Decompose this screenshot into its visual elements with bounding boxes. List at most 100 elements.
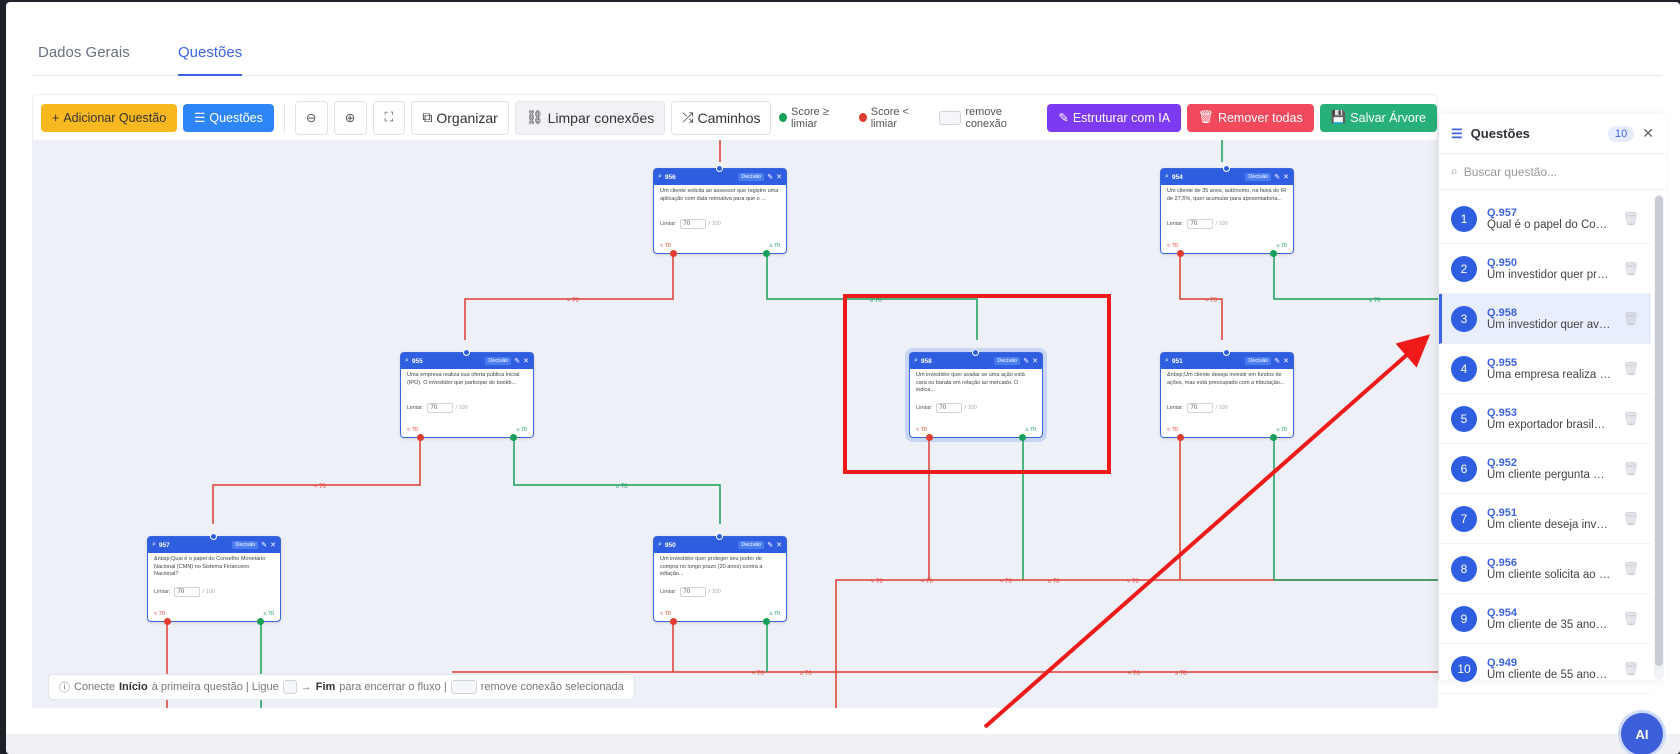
high-output-port[interactable] [1270, 434, 1277, 441]
input-port[interactable] [716, 165, 723, 172]
trash-icon[interactable]: 🗑 [1622, 461, 1639, 477]
fit-view-button[interactable]: ⛶ [372, 100, 406, 135]
list-item[interactable]: 7 Q.951 Um cliente deseja inves... 🗑 [1439, 494, 1651, 544]
search-field[interactable]: ⌕ Buscar questão... [1439, 154, 1666, 190]
threshold-input[interactable]: 70 [1186, 219, 1213, 229]
structure-ai-button[interactable]: ✎ Estruturar com IA [1047, 103, 1182, 132]
questions-button[interactable]: ☰ Questões [183, 103, 274, 132]
trash-icon[interactable]: 🗑 [1622, 661, 1639, 677]
remove-all-label: Remover todas [1217, 110, 1303, 125]
high-output-port[interactable] [1270, 250, 1277, 257]
close-icon[interactable]: ✕ [776, 173, 782, 181]
input-port[interactable] [1223, 349, 1230, 356]
input-port[interactable] [210, 533, 217, 540]
edit-icon[interactable]: ✎ [1274, 173, 1280, 181]
high-output-port[interactable] [257, 618, 264, 625]
save-tree-button[interactable]: 💾 Salvar Árvore [1319, 103, 1437, 132]
tab-dados-gerais[interactable]: Dados Gerais [38, 44, 130, 76]
low-output-port[interactable] [417, 434, 424, 441]
list-item[interactable]: 3 Q.958 Um investidor quer aval... 🗑 [1439, 294, 1651, 344]
close-icon[interactable]: ✕ [270, 541, 276, 549]
close-icon[interactable]: ✕ [1283, 173, 1289, 181]
close-icon[interactable]: ✕ [776, 541, 782, 549]
input-port[interactable] [1223, 165, 1230, 172]
tab-questoes[interactable]: Questões [178, 44, 243, 76]
search-icon: ⌕ [1165, 173, 1169, 180]
paths-button[interactable]: ⤮ Caminhos [671, 100, 772, 135]
zoom-in-icon: ⊕ [344, 111, 356, 125]
trash-icon[interactable]: 🗑 [1622, 361, 1639, 377]
input-port[interactable] [716, 533, 723, 540]
low-output-port[interactable] [164, 618, 171, 625]
trash-icon[interactable]: 🗑 [1622, 611, 1639, 627]
edit-icon[interactable]: ✎ [514, 357, 520, 365]
list-item[interactable]: 10 Q.949 Um cliente de 55 anos, ... 🗑 [1439, 644, 1651, 694]
list-item[interactable]: 2 Q.950 Um investidor quer prot... 🗑 [1439, 244, 1651, 294]
high-output-port[interactable] [763, 618, 770, 625]
organize-button[interactable]: ⧉ Organizar [411, 100, 509, 135]
trash-icon[interactable]: 🗑 [1622, 561, 1639, 577]
threshold-input[interactable]: 70 [679, 219, 706, 229]
trash-icon[interactable]: 🗑 [1622, 211, 1639, 227]
node-outputs: < 70 ≥ 70 [660, 243, 780, 249]
zoom-in-button[interactable]: ⊕ [333, 100, 367, 135]
question-node[interactable]: ⌕ 956 Decisão ✎ ✕ Um cliente solicita ao… [653, 165, 787, 257]
question-node[interactable]: ⌕ 957 Decisão ✎ ✕ &nbsp;Qual é o papel d… [147, 533, 281, 625]
low-output-port[interactable] [670, 618, 677, 625]
threshold-input[interactable]: 70 [679, 587, 706, 597]
trash-icon[interactable]: 🗑 [1622, 411, 1639, 427]
zoom-out-button[interactable]: ⊖ [294, 100, 328, 135]
flow-canvas[interactable]: < 70 ≥ 70 < 70 ≥ 70 < 70 ≥ 70 < 70 < 70 … [32, 140, 1438, 708]
list-item[interactable]: 1 Q.957 Qual é o papel do Cons... 🗑 [1439, 194, 1651, 244]
question-desc: Um exportador brasileir... [1487, 418, 1611, 431]
clear-connections-button[interactable]: ⛓ Limpar conexões [514, 100, 666, 135]
close-icon[interactable]: ✕ [1283, 357, 1289, 365]
question-number: 3 [1451, 305, 1477, 332]
low-output-port[interactable] [1177, 434, 1184, 441]
question-number: 5 [1451, 405, 1477, 432]
node-text: &nbsp;Qual é o papel do Conselho Monetár… [154, 556, 266, 577]
edge-label: ≥ 70 [1175, 671, 1187, 677]
threshold-input[interactable]: 70 [1186, 403, 1213, 413]
threshold-input[interactable]: 70 [173, 587, 200, 597]
count-badge: 10 [1608, 125, 1635, 142]
list-item[interactable]: 8 Q.956 Um cliente solicita ao a... 🗑 [1439, 544, 1651, 594]
close-icon[interactable]: ✕ [1642, 125, 1654, 142]
trash-icon[interactable]: 🗑 [1622, 261, 1639, 277]
list-item[interactable]: 9 Q.954 Um cliente de 35 anos, ... 🗑 [1439, 594, 1651, 644]
ai-assistant-button[interactable]: AI [1618, 710, 1666, 754]
node-id: 957 [158, 541, 170, 549]
edit-icon[interactable]: ✎ [767, 541, 773, 549]
question-number: 10 [1451, 655, 1477, 682]
list-icon: ☰ [194, 111, 206, 125]
question-node[interactable]: ⌕ 951 Decisão ✎ ✕ &nbsp;Um cliente desej… [1160, 349, 1294, 441]
low-output-port[interactable] [670, 250, 677, 257]
question-desc: Uma empresa realiza s... [1487, 368, 1611, 381]
question-node[interactable]: ⌕ 954 Decisão ✎ ✕ Um cliente de 35 anos,… [1160, 165, 1294, 257]
input-port[interactable] [463, 349, 470, 356]
high-output-label: ≥ 70 [516, 427, 527, 433]
question-text: Q.950 Um investidor quer prot... [1487, 257, 1612, 281]
list-item[interactable]: 4 Q.955 Uma empresa realiza s... 🗑 [1439, 344, 1651, 394]
question-id: Q.955 [1487, 356, 1517, 369]
search-input[interactable]: Buscar questão... [1464, 165, 1557, 179]
score-legend: Score ≥ limiar Score < limiar remove con… [779, 106, 1033, 130]
trash-icon[interactable]: 🗑 [1622, 511, 1639, 527]
list-item[interactable]: 5 Q.953 Um exportador brasileir... 🗑 [1439, 394, 1651, 444]
question-node[interactable]: ⌕ 950 Decisão ✎ ✕ Um investidor quer pro… [653, 533, 787, 625]
scrollbar-thumb[interactable] [1655, 196, 1663, 666]
list-item[interactable]: 6 Q.952 Um cliente pergunta qu... 🗑 [1439, 444, 1651, 494]
remove-all-button[interactable]: 🗑 Remover todas [1187, 103, 1314, 132]
edit-icon[interactable]: ✎ [1274, 357, 1280, 365]
low-output-port[interactable] [1177, 250, 1184, 257]
edit-icon[interactable]: ✎ [261, 541, 267, 549]
high-output-port[interactable] [510, 434, 517, 441]
close-icon[interactable]: ✕ [523, 357, 529, 365]
question-node[interactable]: ⌕ 955 Decisão ✎ ✕ Uma empresa realiza su… [400, 349, 534, 441]
scrollbar[interactable] [1654, 194, 1664, 680]
edit-icon[interactable]: ✎ [767, 173, 773, 181]
high-output-port[interactable] [763, 250, 770, 257]
add-question-button[interactable]: + Adicionar Questão [41, 103, 178, 132]
trash-icon[interactable]: 🗑 [1622, 311, 1639, 327]
threshold-input[interactable]: 70 [426, 403, 453, 413]
